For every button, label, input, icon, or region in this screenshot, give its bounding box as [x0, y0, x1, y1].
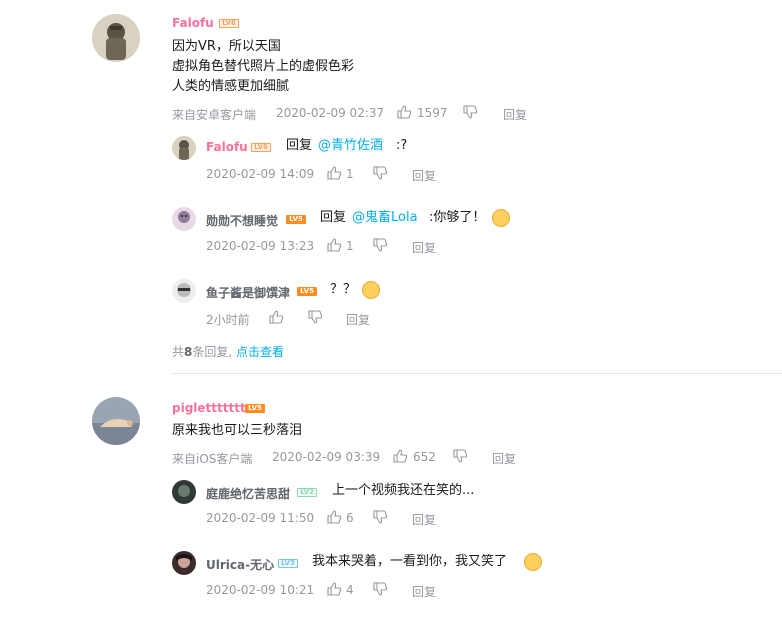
client-source: 来自iOS客户端 [172, 452, 253, 466]
level-badge: LV6 [251, 143, 271, 152]
reply-button[interactable]: 回复 [412, 511, 436, 528]
thumbs-up-icon[interactable] [326, 237, 342, 253]
username[interactable]: Falofu [172, 16, 214, 30]
thumbs-down-icon[interactable] [372, 237, 388, 253]
username[interactable]: 勋勋不想睡觉 [206, 212, 278, 229]
reply-button[interactable]: 回复 [412, 583, 436, 600]
sweat-laugh-emoji [524, 553, 542, 571]
username[interactable]: piglettttttt [172, 401, 246, 415]
mention-link[interactable]: @鬼畜Lola [352, 208, 418, 228]
avatar[interactable] [92, 397, 140, 445]
like-count: 1597 [417, 106, 448, 120]
timestamp: 2020-02-09 13:23 [206, 239, 315, 253]
thumbs-down-icon[interactable] [372, 581, 388, 597]
avatar[interactable] [92, 14, 140, 62]
avatar[interactable] [172, 279, 196, 303]
reply-button[interactable]: 回复 [412, 167, 436, 184]
summary-prefix: 共 [172, 345, 185, 359]
thumbs-down-icon[interactable] [372, 509, 388, 525]
thumbs-down-icon[interactable] [452, 448, 468, 464]
avatar[interactable] [172, 551, 196, 575]
avatar[interactable] [172, 136, 196, 160]
thumbs-down-icon[interactable] [372, 165, 388, 181]
thumbs-up-icon[interactable] [392, 448, 408, 464]
client-source: 来自安卓客户端 [172, 108, 257, 122]
like-count: 652 [413, 450, 436, 464]
reply-text: 我本来哭着，一看到你，我又笑了 [312, 554, 508, 569]
level-badge: LV5 [297, 287, 317, 296]
divider [172, 373, 782, 374]
comment-text-line: 虚拟角色替代照片上的虚假色彩 [172, 59, 355, 74]
reply-text: :你够了！ [429, 210, 486, 225]
avatar[interactable] [172, 207, 196, 231]
username[interactable]: Ulrica-无心 [206, 556, 274, 573]
timestamp: 2020-02-09 10:21 [206, 583, 315, 597]
thumbs-up-icon[interactable] [326, 165, 342, 181]
level-badge: LV5 [245, 404, 265, 413]
mention-link[interactable]: @青竹佐酒 [318, 136, 383, 156]
level-badge: LV2 [297, 488, 317, 497]
reply-text: :? [396, 138, 408, 153]
dizzy-emoji [362, 281, 380, 299]
comment-text-line: 人类的情感更加细腻 [172, 79, 290, 94]
reply-button[interactable]: 回复 [412, 239, 436, 256]
thumbs-up-icon[interactable] [326, 509, 342, 525]
username[interactable]: 鱼子酱是御馔津 [206, 284, 290, 301]
thumbs-down-icon[interactable] [307, 309, 323, 325]
reply-prefix: 回复 [320, 210, 347, 225]
thumbs-up-icon[interactable] [396, 104, 412, 120]
like-count: 4 [346, 583, 354, 597]
timestamp: 2020-02-09 11:50 [206, 511, 315, 525]
timestamp: 2020-02-09 02:37 [276, 106, 385, 120]
level-badge: LV3 [278, 559, 298, 568]
summary-suffix: 条回复, [192, 345, 233, 359]
timestamp: 2020-02-09 14:09 [206, 167, 315, 181]
thumbs-up-icon[interactable] [268, 309, 284, 325]
reply-button[interactable]: 回复 [492, 450, 516, 467]
view-more-link[interactable]: 点击查看 [236, 345, 284, 359]
username[interactable]: 庭鹿绝忆苦思甜 [206, 485, 290, 502]
level-badge: LV6 [219, 19, 239, 28]
reply-summary: 共8条回复, 点击查看 [172, 343, 284, 360]
reply-text: 上一个视频我还在笑的... [332, 483, 475, 498]
thumbs-down-icon[interactable] [462, 104, 478, 120]
like-count: 1 [346, 239, 354, 253]
comment-text-line: 原来我也可以三秒落泪 [172, 423, 303, 438]
thinking-emoji [492, 209, 510, 227]
timestamp: 2020-02-09 03:39 [272, 450, 381, 464]
timestamp: 2小时前 [206, 313, 250, 327]
reply-button[interactable]: 回复 [503, 106, 527, 123]
reply-text: ？？ [330, 282, 357, 297]
reply-button[interactable]: 回复 [346, 311, 370, 328]
like-count: 1 [346, 167, 354, 181]
reply-prefix: 回复 [286, 138, 313, 153]
level-badge: LV5 [286, 215, 306, 224]
thumbs-up-icon[interactable] [326, 581, 342, 597]
avatar[interactable] [172, 480, 196, 504]
comment-text-line: 因为VR，所以天国 [172, 39, 281, 54]
username[interactable]: Falofu [206, 140, 248, 154]
like-count: 6 [346, 511, 354, 525]
